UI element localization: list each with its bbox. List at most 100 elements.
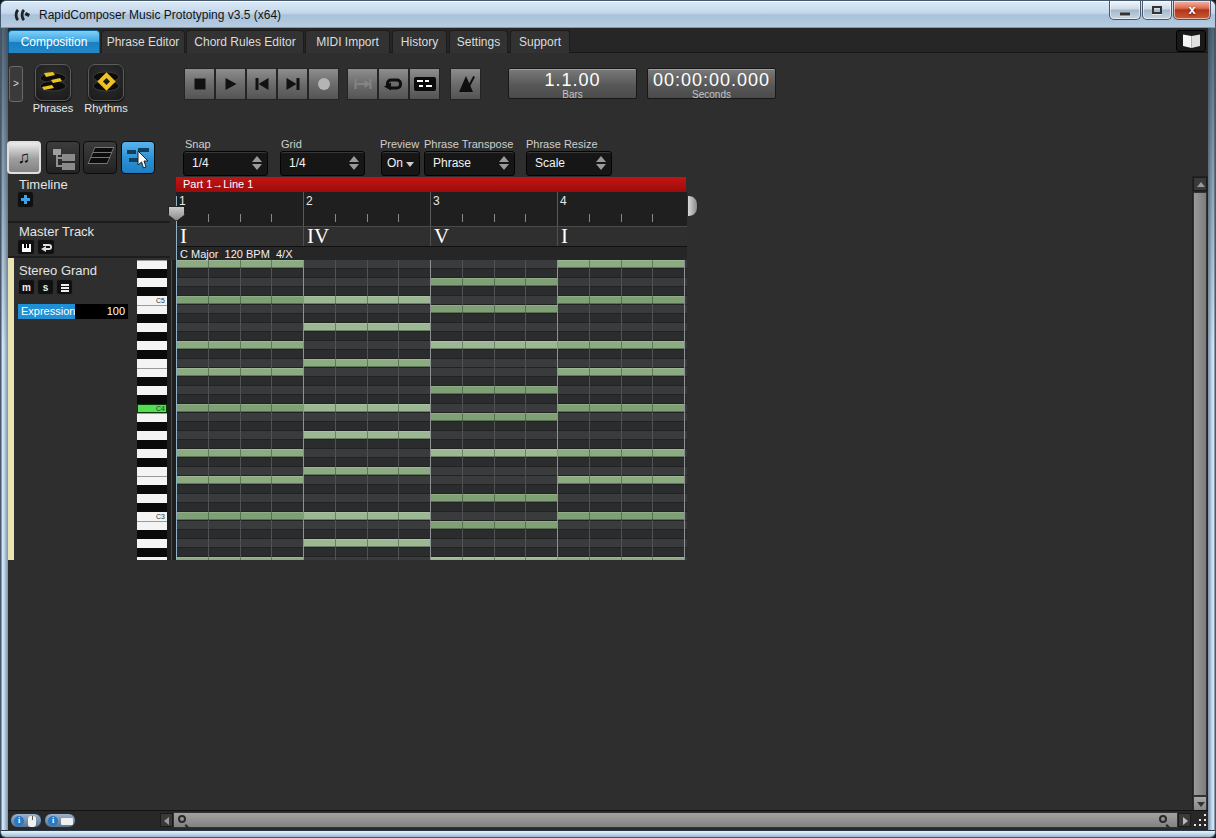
panel-separator2 (8, 256, 170, 258)
note-beat-divider (271, 260, 272, 268)
key-label: C5 (156, 296, 165, 305)
piano-key-black[interactable] (137, 440, 167, 449)
expression-label[interactable]: Expression (18, 304, 75, 319)
metronome-button[interactable] (450, 68, 481, 100)
piano-key-black[interactable] (137, 314, 167, 323)
note-mode-button[interactable]: ♫ (7, 141, 41, 174)
resize-spinner-icon[interactable] (596, 156, 606, 170)
solo-button[interactable]: s (37, 279, 54, 295)
piano-keyboard[interactable]: C5C4C3 (137, 260, 167, 560)
piano-key-black[interactable] (137, 530, 167, 539)
transpose-spinner-icon[interactable] (499, 156, 509, 170)
record-button[interactable] (308, 68, 339, 100)
timeline-ruler[interactable]: 1234 (176, 192, 687, 226)
resize-grip[interactable] (1192, 812, 1208, 828)
add-timeline-button[interactable] (17, 191, 34, 208)
draw-mode-button[interactable] (121, 141, 155, 174)
piano-key-black[interactable] (137, 350, 167, 359)
manual-button[interactable] (1176, 30, 1206, 52)
phrases-button[interactable] (35, 64, 71, 101)
scroll-right-button[interactable] (1178, 813, 1191, 827)
notes-icon: ♫ (18, 148, 31, 168)
tree-view-button[interactable] (46, 141, 80, 174)
piano-key-black[interactable] (137, 332, 167, 341)
measure-line (430, 260, 431, 560)
tab-chord-rules-editor[interactable]: Chord Rules Editor (186, 30, 304, 53)
collapse-panel-button[interactable]: > (9, 66, 23, 102)
chord-row[interactable]: IIVVI (176, 226, 687, 246)
snap-spinner-icon[interactable] (252, 156, 262, 170)
piano-key-black[interactable] (137, 395, 167, 404)
tab-phrase-editor[interactable]: Phrase Editor (101, 30, 185, 53)
go-to-start-button[interactable] (246, 68, 277, 100)
grid-spinner-icon[interactable] (349, 156, 359, 170)
note-beat-divider (271, 341, 272, 349)
bars-display[interactable]: 1.1.00 Bars (508, 68, 637, 99)
piano-key-black[interactable] (137, 422, 167, 431)
mute-button[interactable]: m (18, 279, 35, 295)
note-beat-divider (525, 386, 526, 394)
track-name[interactable]: Stereo Grand (19, 263, 97, 278)
seconds-display[interactable]: 00:00:00.000 Seconds (647, 68, 776, 99)
mouse-info-button[interactable]: i (10, 813, 42, 828)
note-beat-divider (652, 512, 653, 520)
title-bar[interactable]: RapidComposer Music Prototyping v3.5 (x6… (0, 0, 1216, 28)
ruler-beat-tick (335, 214, 336, 222)
scroll-down-button[interactable] (1193, 796, 1207, 811)
piano-roll[interactable] (176, 260, 687, 560)
note-beat-divider (589, 296, 590, 304)
note-beat-divider (335, 296, 336, 304)
piano-key-black[interactable] (137, 503, 167, 512)
piano-key-black[interactable] (137, 548, 167, 557)
rhythms-button[interactable] (88, 64, 124, 101)
note-beat-divider (462, 557, 463, 560)
note-beat-divider (525, 413, 526, 421)
tab-midi-import[interactable]: MIDI Import (305, 30, 390, 53)
master-piano-button[interactable] (17, 239, 35, 255)
loop-button[interactable] (378, 68, 409, 100)
piano-key-black[interactable] (137, 287, 167, 296)
piano-key-black[interactable] (137, 458, 167, 467)
play-button[interactable] (215, 68, 246, 100)
maximize-button[interactable] (1142, 1, 1172, 20)
note-beat-divider (621, 296, 622, 304)
close-button[interactable]: x (1173, 1, 1211, 20)
preview-dropdown[interactable]: On (381, 151, 420, 176)
go-to-end-button[interactable] (277, 68, 308, 100)
tab-settings[interactable]: Settings (449, 30, 508, 53)
piano-key-black[interactable] (137, 377, 167, 386)
piano-key-black[interactable] (137, 485, 167, 494)
note-beat-divider (398, 359, 399, 367)
roll-row (176, 395, 687, 404)
vertical-scroll-thumb[interactable] (1193, 192, 1207, 796)
skip-start-icon (255, 78, 268, 90)
ruler-measure-line (430, 192, 431, 226)
layers-view-button[interactable] (83, 141, 117, 174)
roll-row (176, 350, 687, 359)
scroll-left-button[interactable] (160, 813, 173, 827)
piano-key-black[interactable] (137, 269, 167, 278)
tab-composition[interactable]: Composition (8, 30, 100, 53)
phrase-resize-dropdown[interactable]: Scale (526, 151, 612, 176)
ruler-measure-number: 4 (560, 194, 567, 208)
note-beat-divider (398, 539, 399, 547)
part-bar[interactable]: Part 1→Line 1 (176, 177, 686, 192)
keyboard-info-button[interactable]: i (44, 813, 76, 828)
layers-icon (88, 147, 114, 169)
phrases-label: Phrases (27, 102, 79, 114)
snap-dropdown[interactable]: 1/4 (183, 151, 268, 176)
scroll-up-button[interactable] (1193, 177, 1207, 191)
stop-button[interactable] (184, 68, 215, 100)
expression-value[interactable]: 100 (75, 304, 128, 319)
grid-dropdown[interactable]: 1/4 (280, 151, 365, 176)
note-beat-divider (494, 341, 495, 349)
pattern-button[interactable] (409, 68, 440, 100)
phrase-transpose-dropdown[interactable]: Phrase (424, 151, 515, 176)
master-loop-button[interactable] (37, 239, 55, 255)
tab-history[interactable]: History (392, 30, 447, 53)
minimize-button[interactable] (1109, 1, 1141, 20)
loop-range-button[interactable] (347, 68, 378, 100)
tab-support[interactable]: Support (510, 30, 570, 53)
horizontal-scroll-thumb[interactable] (173, 812, 1178, 828)
track-menu-button[interactable] (56, 279, 73, 295)
